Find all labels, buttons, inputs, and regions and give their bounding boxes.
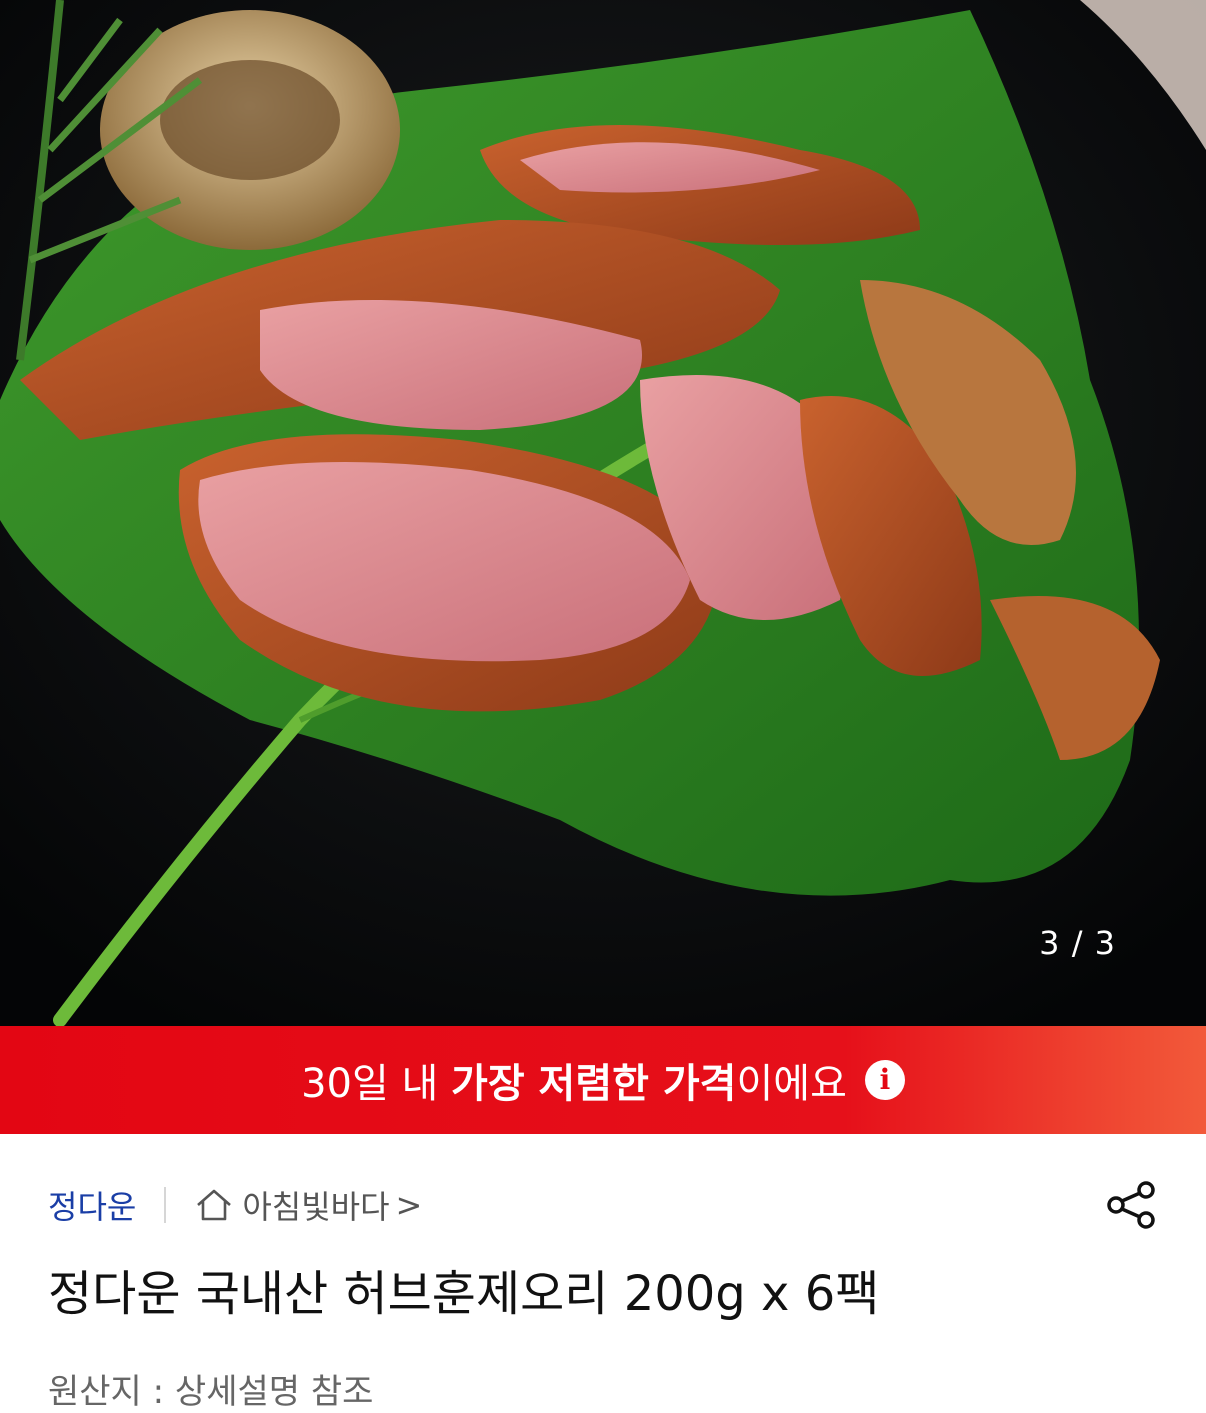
divider xyxy=(164,1187,167,1223)
smoked-duck-photo xyxy=(0,0,1206,1026)
product-info: 정다운 아침빛바다 > 정다운 국내산 허브훈제오리 200g x 6팩 원산지… xyxy=(0,1134,1206,1413)
store-row: 정다운 아침빛바다 > xyxy=(48,1134,1158,1276)
product-image-gallery[interactable]: 3 / 3 xyxy=(0,0,1206,1026)
info-icon[interactable]: i xyxy=(864,1060,905,1100)
home-icon xyxy=(197,1189,232,1221)
product-origin: 원산지 : 상세설명 참조 xyxy=(48,1371,374,1412)
lowest-price-banner[interactable]: 30일 내 가장 저렴한 가격 이에요 i xyxy=(0,1026,1206,1134)
brand-link[interactable]: 정다운 xyxy=(48,1182,136,1228)
banner-prefix: 30일 내 xyxy=(301,1061,452,1107)
image-counter: 3 / 3 xyxy=(1039,924,1116,962)
share-icon[interactable] xyxy=(1104,1178,1158,1232)
product-title: 정다운 국내산 허브훈제오리 200g x 6팩 xyxy=(48,1266,880,1322)
chevron-right-icon: > xyxy=(395,1186,423,1224)
banner-highlight: 가장 저렴한 가격 xyxy=(451,1061,737,1107)
shop-name: 아침빛바다 xyxy=(242,1188,390,1226)
banner-suffix: 이에요 xyxy=(736,1061,847,1107)
shop-link[interactable]: 아침빛바다 > xyxy=(194,1182,422,1228)
